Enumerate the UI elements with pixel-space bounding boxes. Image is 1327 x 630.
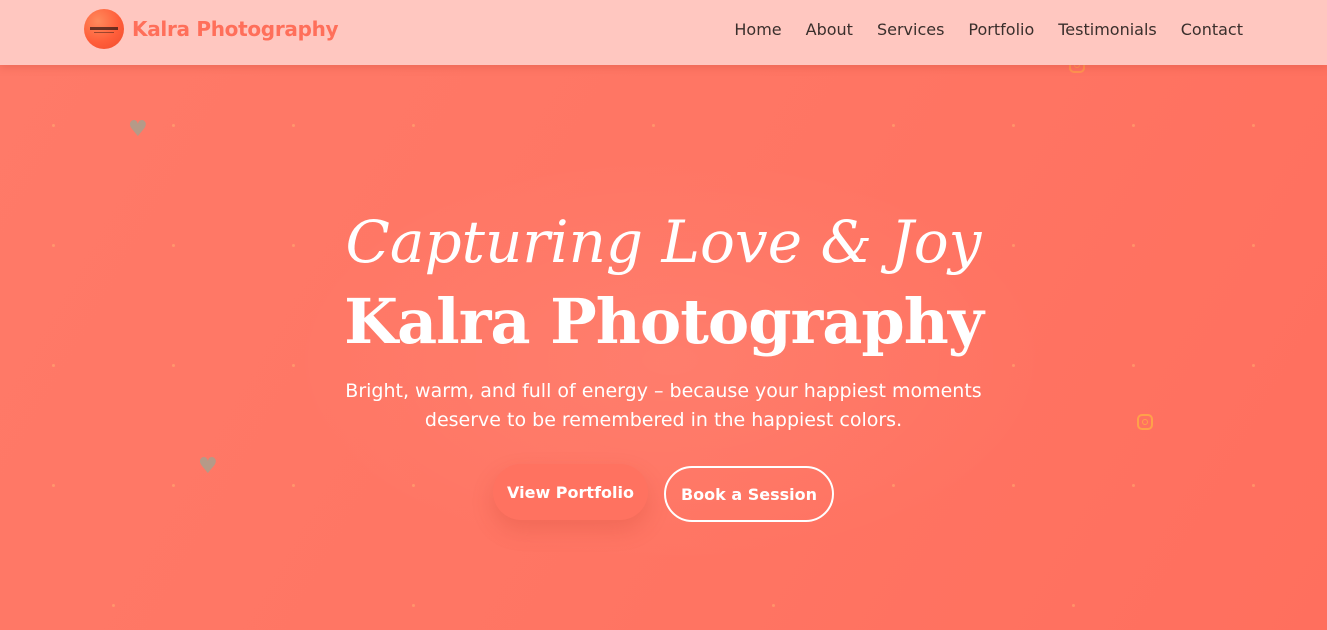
sparkle-dot [1252, 484, 1255, 487]
sparkle-dot [1252, 364, 1255, 367]
sparkle-dot [1012, 364, 1015, 367]
sparkle-dot [52, 484, 55, 487]
hero-title: Kalra Photography [344, 285, 984, 358]
nav-link-services[interactable]: Services [877, 20, 944, 39]
sparkle-dot [892, 484, 895, 487]
nav-link-testimonials[interactable]: Testimonials [1058, 20, 1157, 39]
sparkle-dot [52, 124, 55, 127]
hero-script-title: Capturing Love & Joy [345, 208, 982, 276]
sparkle-dot [1072, 604, 1075, 607]
nav-link-about[interactable]: About [806, 20, 853, 39]
sparkle-dot [172, 124, 175, 127]
nav-link-contact[interactable]: Contact [1181, 20, 1243, 39]
sparkle-dot [172, 364, 175, 367]
hero-subtitle: Bright, warm, and full of energy – becau… [345, 380, 982, 431]
sparkle-dot [412, 484, 415, 487]
book-session-button[interactable]: Book a Session [664, 466, 834, 522]
sparkle-dot [652, 124, 655, 127]
navbar: Kalra Photography Home About Services Po… [0, 0, 1327, 65]
sparkle-dot [412, 604, 415, 607]
sparkle-dot [1012, 484, 1015, 487]
sparkle-dot [112, 604, 115, 607]
hero-section: ♥ ♥ Capturing Love & Joy Kalra Photograp… [0, 0, 1327, 630]
nav-link-portfolio[interactable]: Portfolio [968, 20, 1034, 39]
instagram-icon [1137, 414, 1153, 430]
sparkle-dot [292, 124, 295, 127]
sparkle-dot [892, 124, 895, 127]
sparkle-dot [292, 484, 295, 487]
sparkle-dot [1132, 124, 1135, 127]
heart-icon: ♥ [128, 117, 148, 142]
brand-name[interactable]: Kalra Photography [132, 17, 339, 41]
sparkle-dot [1012, 124, 1015, 127]
sparkle-dot [292, 364, 295, 367]
sparkle-dot [172, 484, 175, 487]
sparkle-dot [412, 124, 415, 127]
sparkle-dot [1132, 364, 1135, 367]
heart-icon: ♥ [198, 454, 218, 479]
nav-menu: Home About Services Portfolio Testimonia… [734, 20, 1243, 39]
camera-logo-icon[interactable] [84, 9, 124, 49]
sparkle-dot [772, 604, 775, 607]
view-portfolio-button[interactable]: View Portfolio [493, 464, 648, 520]
sparkle-dot [52, 364, 55, 367]
nav-link-home[interactable]: Home [734, 20, 781, 39]
sparkle-dot [1132, 484, 1135, 487]
sparkle-dot [1252, 124, 1255, 127]
